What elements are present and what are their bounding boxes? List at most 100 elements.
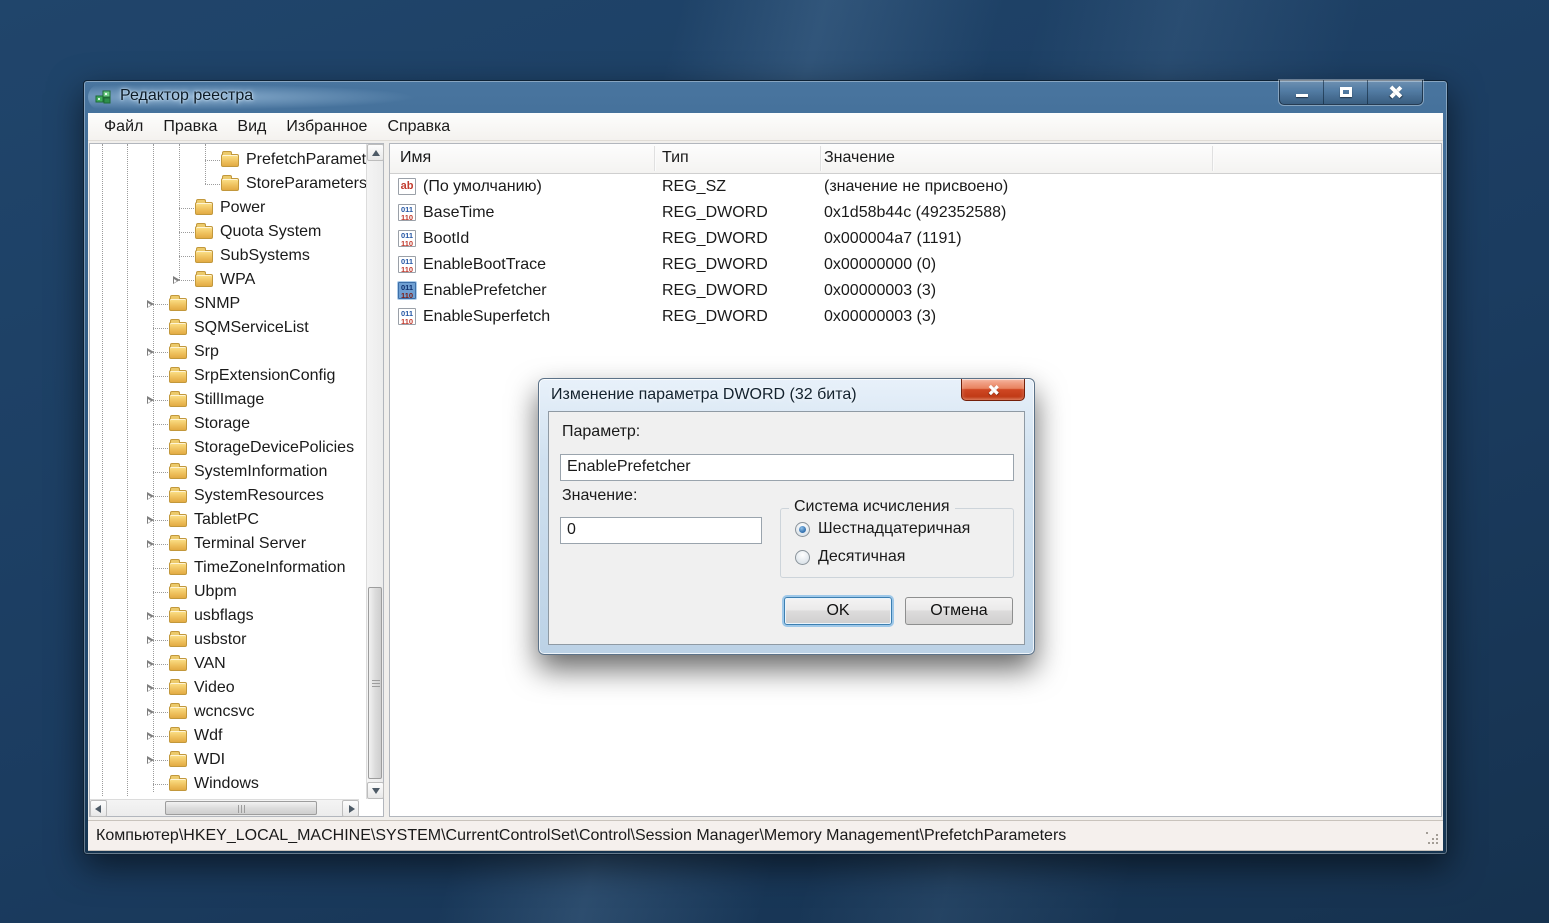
scroll-up-button[interactable] bbox=[367, 144, 384, 161]
tree-item-wdi[interactable]: WDI bbox=[90, 748, 366, 772]
expand-arrow-icon[interactable] bbox=[147, 756, 155, 765]
tree-item-systemresources[interactable]: SystemResources bbox=[90, 484, 366, 508]
tree-item-quota-system[interactable]: Quota System bbox=[90, 220, 366, 244]
radio-decimal[interactable]: Десятичная bbox=[795, 548, 905, 565]
value-row-basetime[interactable]: 011 110 BaseTime REG_DWORD 0x1d58b44c (49… bbox=[390, 200, 1441, 226]
close-button[interactable] bbox=[1368, 80, 1422, 104]
registry-tree-panel: PrefetchParameters StoreParameters Power… bbox=[89, 143, 384, 817]
folder-icon bbox=[169, 415, 187, 431]
menu-edit[interactable]: Правка bbox=[153, 115, 227, 139]
param-label: Параметр: bbox=[562, 423, 641, 440]
window-controls bbox=[1279, 80, 1423, 105]
column-separator[interactable] bbox=[654, 146, 655, 171]
value-input[interactable]: 0 bbox=[560, 517, 762, 544]
tree-item-usbstor[interactable]: usbstor bbox=[90, 628, 366, 652]
folder-icon bbox=[169, 655, 187, 671]
dword-value-icon: 011 110 bbox=[398, 256, 416, 273]
menu-favorites[interactable]: Избранное bbox=[276, 115, 377, 139]
tree-item-srp[interactable]: Srp bbox=[90, 340, 366, 364]
tree-item-tabletpc[interactable]: TabletPC bbox=[90, 508, 366, 532]
expand-arrow-icon[interactable] bbox=[147, 348, 155, 357]
menu-file[interactable]: Файл bbox=[94, 115, 153, 139]
radio-unselected-icon[interactable] bbox=[795, 549, 810, 565]
folder-icon bbox=[195, 271, 213, 287]
arrow-left-icon bbox=[95, 805, 101, 813]
list-header: Имя Тип Значение bbox=[390, 144, 1441, 174]
tree-horizontal-scrollbar[interactable] bbox=[90, 799, 359, 817]
folder-icon bbox=[169, 367, 187, 383]
scroll-right-button[interactable] bbox=[342, 800, 359, 817]
tree-item-wcncsvc[interactable]: wcncsvc bbox=[90, 700, 366, 724]
vertical-scroll-thumb[interactable] bbox=[368, 587, 382, 779]
tree-item-power[interactable]: Power bbox=[90, 196, 366, 220]
tree-item-timezoneinformation[interactable]: TimeZoneInformation bbox=[90, 556, 366, 580]
ok-button[interactable]: OK bbox=[784, 597, 892, 625]
radio-hexadecimal[interactable]: Шестнадцатеричная bbox=[795, 520, 970, 537]
tree-item-snmp[interactable]: SNMP bbox=[90, 292, 366, 316]
horizontal-scroll-thumb[interactable] bbox=[165, 801, 317, 815]
folder-icon bbox=[169, 679, 187, 695]
param-name-field[interactable]: EnablePrefetcher bbox=[560, 454, 1014, 481]
expand-arrow-icon[interactable] bbox=[147, 708, 155, 717]
expand-arrow-icon[interactable] bbox=[147, 300, 155, 309]
scroll-down-button[interactable] bbox=[367, 782, 384, 799]
cancel-button[interactable]: Отмена bbox=[905, 597, 1013, 625]
column-separator[interactable] bbox=[1212, 146, 1213, 171]
tree-item-terminal-server[interactable]: Terminal Server bbox=[90, 532, 366, 556]
column-separator[interactable] bbox=[820, 146, 821, 171]
thumb-grip bbox=[372, 683, 380, 684]
expand-arrow-icon[interactable] bbox=[147, 636, 155, 645]
scroll-left-button[interactable] bbox=[90, 800, 107, 817]
minimize-button[interactable] bbox=[1280, 80, 1324, 104]
expand-arrow-icon[interactable] bbox=[147, 540, 155, 549]
title-bar[interactable]: Редактор реестра bbox=[84, 80, 1447, 113]
expand-arrow-icon[interactable] bbox=[147, 660, 155, 669]
column-header-value[interactable]: Значение bbox=[824, 149, 895, 167]
tree-item-systeminformation[interactable]: SystemInformation bbox=[90, 460, 366, 484]
value-row-enablesuperfetch[interactable]: 011 110 EnableSuperfetch REG_DWORD 0x0000… bbox=[390, 304, 1441, 330]
expand-arrow-icon[interactable] bbox=[147, 732, 155, 741]
folder-icon bbox=[169, 751, 187, 767]
tree-vertical-scrollbar[interactable] bbox=[366, 144, 384, 799]
column-header-type[interactable]: Тип bbox=[662, 149, 689, 167]
tree-item-storeparameters[interactable]: StoreParameters bbox=[90, 172, 366, 196]
folder-icon bbox=[169, 343, 187, 359]
folder-icon bbox=[169, 583, 187, 599]
expand-arrow-icon[interactable] bbox=[147, 612, 155, 621]
value-row-enableprefetcher[interactable]: 011 110 EnablePrefetcher REG_DWORD 0x0000… bbox=[390, 278, 1441, 304]
folder-icon bbox=[195, 247, 213, 263]
value-row-default[interactable]: ab (По умолчанию) REG_SZ (значение не пр… bbox=[390, 174, 1441, 200]
expand-arrow-icon[interactable] bbox=[147, 516, 155, 525]
tree-item-stillimage[interactable]: StillImage bbox=[90, 388, 366, 412]
tree-item-video[interactable]: Video bbox=[90, 676, 366, 700]
tree-item-sqmservicelist[interactable]: SQMServiceList bbox=[90, 316, 366, 340]
column-header-name[interactable]: Имя bbox=[400, 149, 431, 167]
tree-item-storagedevicepolicies[interactable]: StorageDevicePolicies bbox=[90, 436, 366, 460]
tree-item-subsystems[interactable]: SubSystems bbox=[90, 244, 366, 268]
tree-item-storage[interactable]: Storage bbox=[90, 412, 366, 436]
tree-item-srpextensionconfig[interactable]: SrpExtensionConfig bbox=[90, 364, 366, 388]
tree-item-wdf[interactable]: Wdf bbox=[90, 724, 366, 748]
maximize-button[interactable] bbox=[1324, 80, 1368, 104]
folder-icon bbox=[195, 223, 213, 239]
radio-selected-icon[interactable] bbox=[795, 521, 810, 537]
dword-value-icon: 011 110 bbox=[398, 308, 416, 325]
folder-icon bbox=[169, 391, 187, 407]
tree-item-usbflags[interactable]: usbflags bbox=[90, 604, 366, 628]
menu-help[interactable]: Справка bbox=[377, 115, 460, 139]
value-row-bootid[interactable]: 011 110 BootId REG_DWORD 0x000004a7 (1191… bbox=[390, 226, 1441, 252]
tree-item-van[interactable]: VAN bbox=[90, 652, 366, 676]
dialog-close-button[interactable] bbox=[961, 379, 1025, 401]
dialog-body: Параметр: EnablePrefetcher Значение: 0 С… bbox=[548, 411, 1025, 645]
value-row-enableboottrace[interactable]: 011 110 EnableBootTrace REG_DWORD 0x00000… bbox=[390, 252, 1441, 278]
menu-view[interactable]: Вид bbox=[227, 115, 276, 139]
expand-arrow-icon[interactable] bbox=[147, 492, 155, 501]
expand-arrow-icon[interactable] bbox=[173, 276, 181, 285]
tree-item-windows[interactable]: Windows bbox=[90, 772, 366, 796]
tree-item-ubpm[interactable]: Ubpm bbox=[90, 580, 366, 604]
resize-grip-icon[interactable] bbox=[1426, 832, 1440, 846]
tree-item-prefetchparameters[interactable]: PrefetchParameters bbox=[90, 148, 366, 172]
expand-arrow-icon[interactable] bbox=[147, 684, 155, 693]
tree-item-wpa[interactable]: WPA bbox=[90, 268, 366, 292]
expand-arrow-icon[interactable] bbox=[147, 396, 155, 405]
